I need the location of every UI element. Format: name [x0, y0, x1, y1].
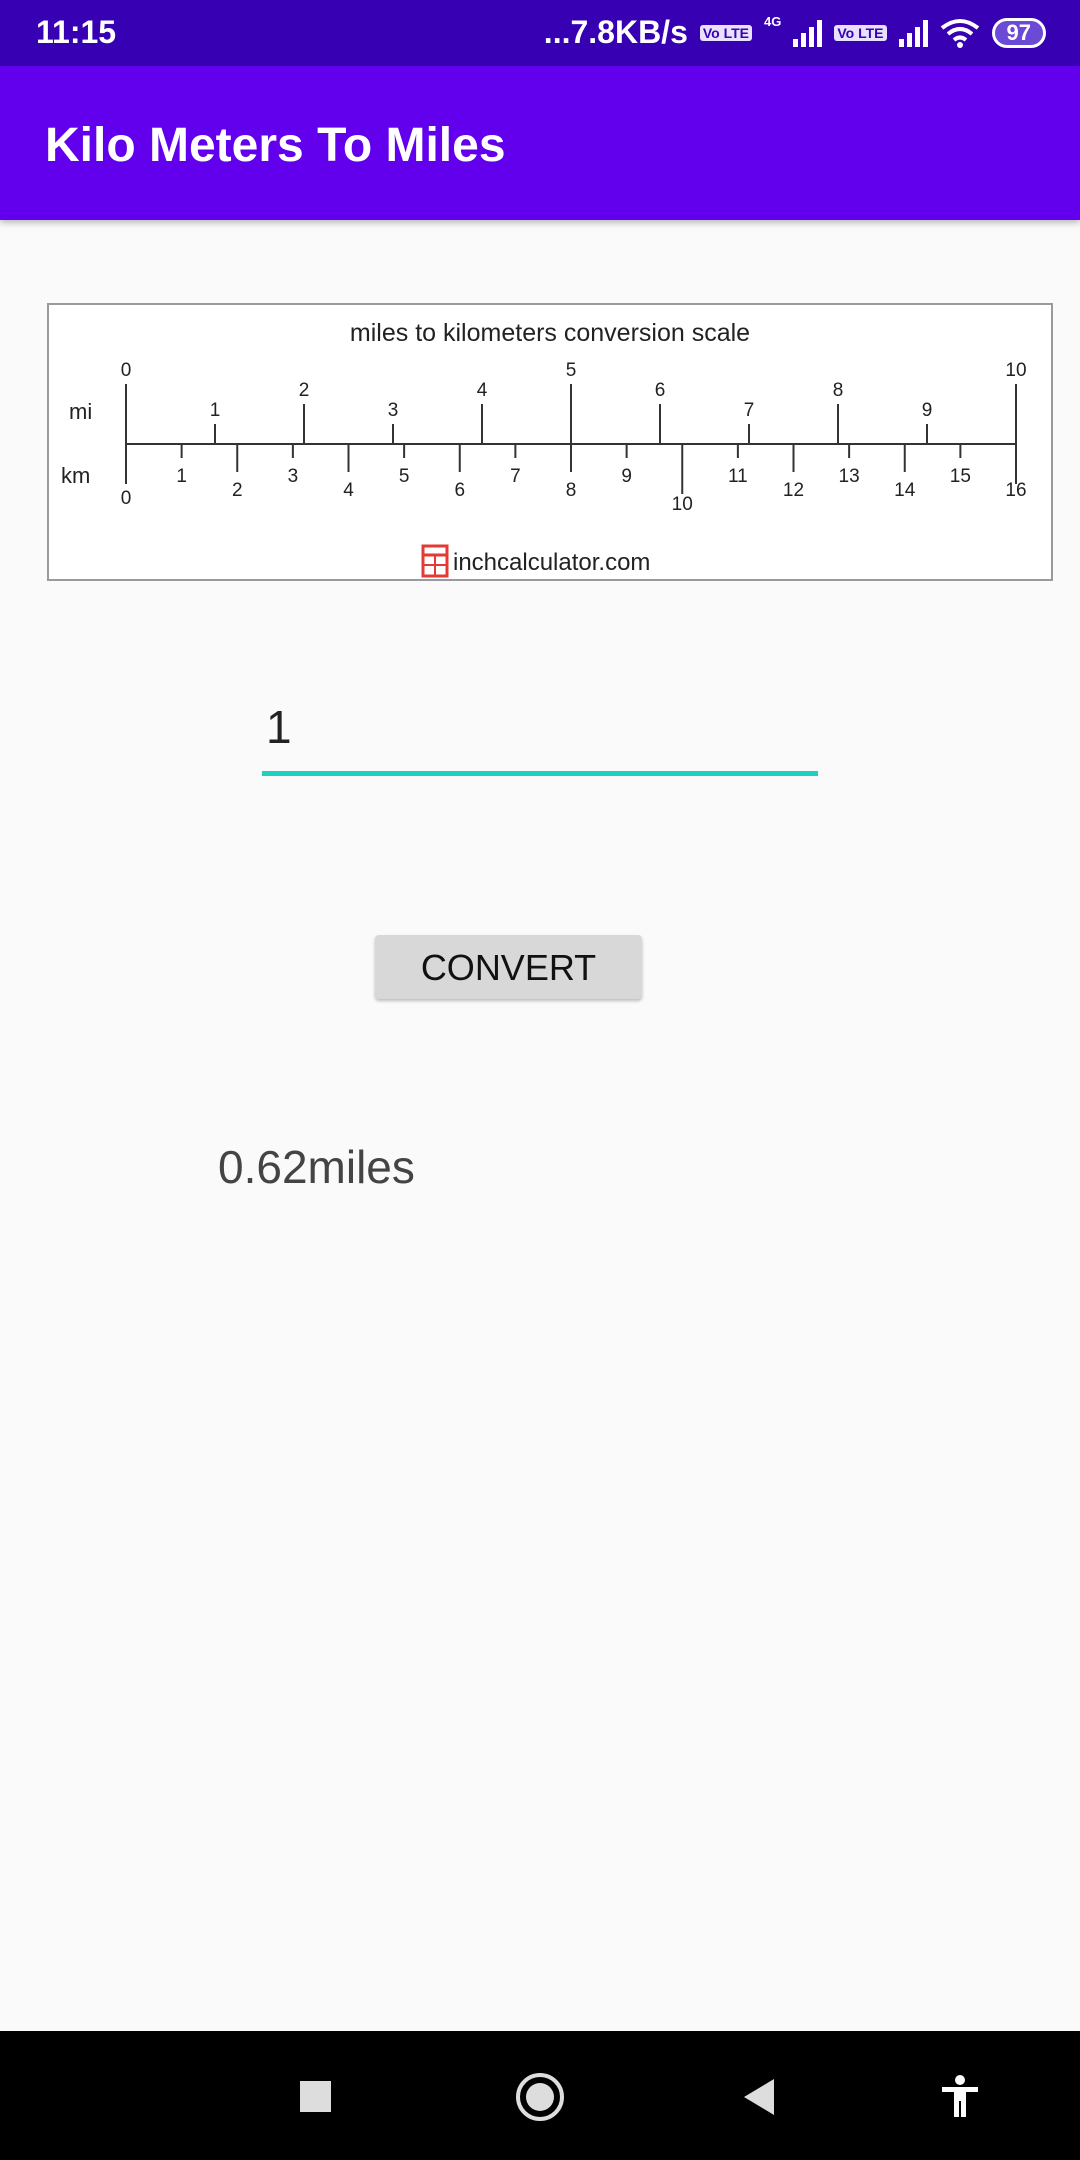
km-tick-label: 5: [399, 466, 410, 487]
km-tick-label: 12: [783, 480, 804, 501]
recents-button[interactable]: [300, 2081, 331, 2112]
signal-icon-2: [898, 19, 928, 47]
mi-tick-label: 4: [477, 380, 488, 401]
mi-tick-label: 7: [744, 400, 755, 421]
clock: 11:15: [36, 14, 117, 50]
kilometers-input[interactable]: 1: [262, 700, 818, 776]
mi-tick-label: 3: [388, 400, 399, 421]
km-tick-label: 1: [176, 466, 187, 487]
mi-tick-label: 9: [922, 400, 933, 421]
mi-tick-label: 1: [210, 400, 221, 421]
home-button[interactable]: [516, 2073, 564, 2121]
signal-icon: [793, 19, 823, 47]
km-tick-label: 11: [728, 466, 748, 487]
result-text: 0.62miles: [218, 1141, 415, 1193]
km-tick-label: 4: [343, 480, 354, 501]
app-bar: Kilo Meters To Miles: [0, 66, 1080, 220]
conversion-scale-image: miles to kilometers conversion scale mi …: [47, 303, 1053, 581]
mi-tick-label: 10: [1005, 360, 1026, 381]
km-tick-label: 8: [566, 480, 577, 501]
credit-text: inchcalculator.com: [453, 549, 650, 576]
mi-tick-label: 8: [833, 380, 844, 401]
mi-tick-label: 6: [655, 380, 666, 401]
km-tick-label: 7: [510, 466, 521, 487]
km-tick-label: 9: [621, 466, 632, 487]
km-tick-label: 3: [288, 466, 299, 487]
mi-tick-label: 5: [566, 360, 577, 381]
navigation-bar: [0, 2031, 1080, 2160]
accessibility-icon[interactable]: [940, 2075, 980, 2117]
km-tick-label: 10: [672, 494, 693, 515]
battery-indicator: 97: [991, 17, 1046, 48]
km-tick-label: 14: [894, 480, 916, 501]
network-speed: ...7.8KB/s: [543, 14, 688, 50]
back-button[interactable]: [742, 2079, 776, 2115]
volte-icon-2: Vo LTE: [834, 24, 887, 41]
volte-icon: Vo LTE: [699, 24, 753, 41]
km-tick-label: 15: [950, 466, 971, 487]
status-bar: 11:15 ...7.8KB/s Vo LTE 4G Vo LTE 97: [0, 0, 1080, 66]
km-tick-label: 2: [232, 480, 243, 501]
km-tick-label: 13: [839, 466, 860, 487]
mi-tick-label: 2: [299, 380, 310, 401]
wifi-icon: [940, 18, 979, 48]
km-tick-label: 6: [454, 480, 465, 501]
network-type: 4G: [764, 14, 782, 29]
convert-button[interactable]: CONVERT: [375, 935, 642, 999]
mi-label: mi: [69, 399, 92, 424]
mi-tick-label: 0: [121, 360, 132, 381]
km-tick-label: 16: [1005, 480, 1026, 501]
scale-title: miles to kilometers conversion scale: [350, 319, 750, 347]
app-title: Kilo Meters To Miles: [45, 119, 506, 172]
calculator-logo-icon: [421, 544, 449, 578]
km-label: km: [61, 463, 90, 488]
km-tick-label: 0: [121, 488, 132, 509]
